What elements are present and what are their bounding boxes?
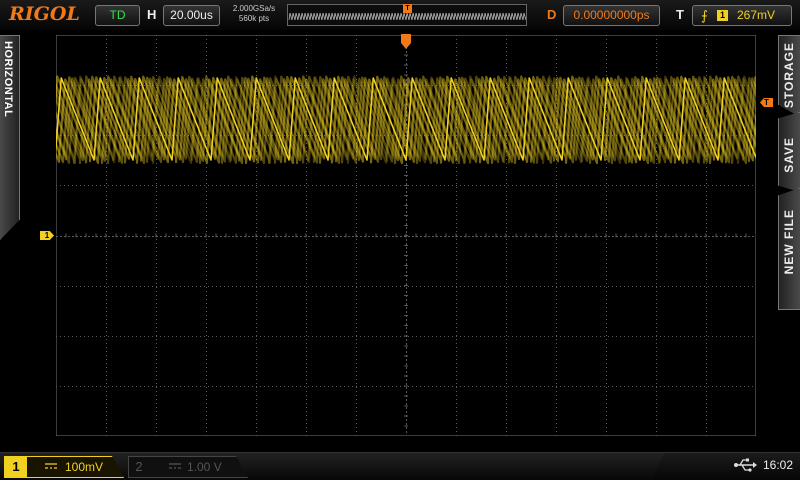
new-file-label: NEW FILE [782, 209, 796, 275]
waveform-display[interactable] [56, 35, 756, 436]
ch2-scale-box[interactable]: 2 1.00 V [128, 456, 248, 478]
storage-menu-tab[interactable]: STORAGE [778, 35, 800, 117]
memory-trigger-marker: T [403, 4, 412, 13]
trigger-rising-edge-icon: ⨍ [701, 8, 708, 23]
new-file-menu-tab[interactable]: NEW FILE [778, 188, 800, 310]
delay-label: D [547, 7, 557, 22]
bottom-status-bar: 1 100mV 2 1.00 V [0, 452, 800, 480]
trigger-position-marker[interactable] [400, 34, 412, 50]
ch1-number: 1 [5, 457, 27, 477]
sample-rate: 2.000GSa/s [232, 4, 276, 13]
acquisition-info: 2.000GSa/s 560k pts [225, 4, 283, 24]
memory-overview-trace [288, 12, 527, 21]
horizontal-delay-value[interactable]: 0.00000000ps [563, 5, 660, 26]
trigger-level-marker[interactable]: T [760, 98, 773, 107]
rigol-logo: RIGOL [9, 3, 80, 25]
memory-depth: 560k pts [238, 14, 270, 23]
save-menu-tab[interactable]: SAVE [778, 112, 800, 192]
memory-overview-bar[interactable]: T [287, 4, 527, 26]
ch1-waveform [56, 75, 756, 165]
run-mode-indicator[interactable]: TD [95, 5, 140, 26]
horizontal-label: H [147, 7, 157, 22]
usb-icon [734, 458, 757, 472]
ch2-number: 2 [135, 459, 143, 474]
horizontal-menu-label: HORIZONTAL [2, 41, 14, 118]
ch1-offset-marker[interactable]: 1 [40, 231, 54, 240]
system-clock: 16:02 [763, 458, 794, 472]
save-label: SAVE [782, 137, 796, 173]
ch1-scale-box[interactable]: 1 100mV [4, 456, 124, 478]
trigger-level-value: 267mV [737, 8, 776, 22]
trigger-source-badge: 1 [717, 10, 728, 21]
timebase-value[interactable]: 20.00us [163, 5, 220, 26]
trigger-label: T [676, 7, 684, 22]
dc-coupling-icon [169, 463, 181, 469]
top-status-bar: RIGOL TD H 20.00us 2.000GSa/s 560k pts T… [0, 0, 800, 30]
ch1-scale-value: 100mV [65, 460, 104, 474]
ch2-scale-value: 1.00 V [187, 460, 222, 474]
horizontal-menu-tab[interactable]: HORIZONTAL [0, 35, 20, 240]
storage-label: STORAGE [782, 42, 796, 109]
dc-coupling-icon [45, 463, 57, 469]
trigger-settings[interactable]: ⨍ 1 267mV [692, 5, 792, 26]
